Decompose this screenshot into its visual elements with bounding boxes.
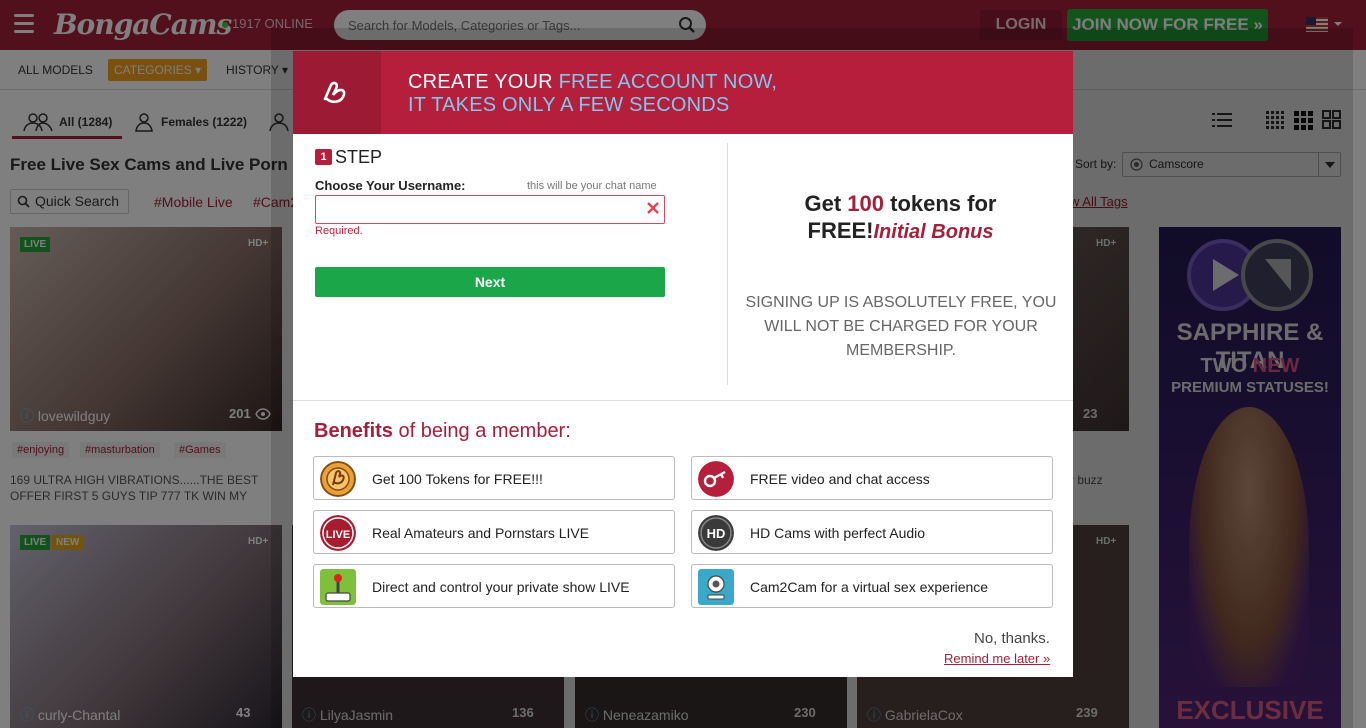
- coin-icon: [320, 461, 356, 497]
- step-label: STEP: [335, 147, 383, 167]
- benefit-label: HD Cams with perfect Audio: [750, 525, 926, 541]
- username-label: Choose Your Username:: [315, 178, 466, 193]
- divider: [727, 143, 728, 385]
- benefit-label: Real Amateurs and Pornstars LIVE: [372, 525, 590, 541]
- no-thanks-link[interactable]: No, thanks.: [974, 630, 1050, 647]
- joystick-icon: [320, 569, 356, 605]
- bongacams-logo-icon: [323, 81, 346, 104]
- benefit-label: FREE video and chat access: [750, 471, 930, 487]
- benefit-item: FREE video and chat access: [691, 456, 1053, 500]
- benefits-title: Benefits of being a member:: [314, 420, 571, 442]
- svg-text:LIVE: LIVE: [326, 529, 350, 541]
- benefit-item: Cam2Cam for a virtual sex experience: [691, 564, 1053, 608]
- modal-header: CREATE YOUR FREE ACCOUNT NOW, IT TAKES O…: [293, 51, 1073, 134]
- benefit-label: Cam2Cam for a virtual sex experience: [750, 579, 989, 595]
- benefit-item: LIVE Real Amateurs and Pornstars LIVE: [313, 510, 675, 554]
- svg-text:HD: HD: [707, 526, 726, 541]
- modal-logo-area: [293, 51, 381, 134]
- required-error: Required.: [315, 225, 363, 237]
- benefit-item: Direct and control your private show LIV…: [313, 564, 675, 608]
- hd-icon: HD: [698, 515, 734, 551]
- modal-header-text: CREATE YOUR FREE ACCOUNT NOW, IT TAKES O…: [408, 71, 778, 116]
- benefit-item: Get 100 Tokens for FREE!!!: [313, 456, 675, 500]
- free-signup-text: SIGNING UP IS ABSOLUTELY FREE, YOU WILL …: [745, 294, 1057, 359]
- username-input[interactable]: [315, 195, 665, 224]
- remind-later-link[interactable]: Remind me later »: [944, 651, 1050, 666]
- benefit-item: HD HD Cams with perfect Audio: [691, 510, 1053, 554]
- username-hint: this will be your chat name: [527, 180, 657, 192]
- benefit-label: Direct and control your private show LIV…: [372, 579, 630, 595]
- divider: [293, 400, 1073, 401]
- webcam-icon: [698, 569, 734, 605]
- tokens-offer: Get 100 tokens for: [804, 191, 997, 216]
- benefit-label: Get 100 Tokens for FREE!!!: [372, 471, 543, 487]
- close-icon[interactable]: [646, 201, 660, 215]
- live-icon: LIVE: [320, 515, 356, 551]
- key-icon: [698, 461, 734, 497]
- next-button[interactable]: Next: [315, 267, 665, 297]
- step-number: 1: [315, 149, 332, 165]
- tokens-bonus: FREE!Initial Bonus: [807, 218, 994, 243]
- signup-modal: CREATE YOUR FREE ACCOUNT NOW, IT TAKES O…: [293, 51, 1073, 677]
